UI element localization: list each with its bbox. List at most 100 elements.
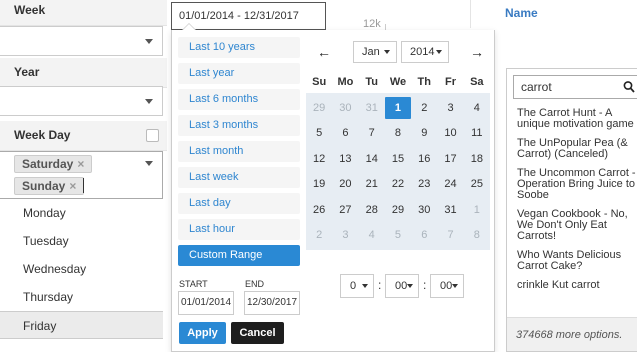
calendar-day[interactable]: 19 [306, 173, 332, 195]
calendar-day[interactable]: 13 [332, 148, 358, 170]
tag-remove-icon[interactable]: × [77, 157, 84, 171]
calendar-day-other-month[interactable]: 31 [359, 97, 385, 119]
range-last-3-months[interactable]: Last 3 months [178, 115, 300, 136]
search-results: The Carrot Hunt - A unique motivation ga… [507, 104, 637, 295]
calendar-day[interactable]: 24 [437, 173, 463, 195]
calendar-day[interactable]: 17 [437, 148, 463, 170]
calendar-day[interactable]: 21 [359, 173, 385, 195]
calendar-day-other-month[interactable]: 2 [306, 224, 332, 246]
week-filter-label: Week [0, 0, 167, 26]
calendar-day-other-month[interactable]: 4 [359, 224, 385, 246]
cancel-button[interactable]: Cancel [231, 322, 284, 344]
calendar-day-other-month[interactable]: 7 [437, 224, 463, 246]
minute-select[interactable]: 00 [385, 274, 419, 298]
day-option[interactable]: Monday [0, 199, 163, 227]
calendar-day-other-month[interactable]: 8 [464, 224, 490, 246]
calendar-day-other-month[interactable]: 29 [306, 97, 332, 119]
calendar-day[interactable]: 23 [411, 173, 437, 195]
calendar-day-other-month[interactable]: 5 [385, 224, 411, 246]
time-separator: : [423, 278, 427, 292]
calendar-day[interactable]: 30 [411, 199, 437, 221]
search-input[interactable] [514, 76, 637, 98]
calendar-day[interactable]: 28 [359, 199, 385, 221]
search-icon[interactable] [623, 80, 635, 94]
range-last-month[interactable]: Last month [178, 141, 300, 162]
list-item[interactable]: crinkle Kut carrot [507, 276, 637, 295]
range-last-6-months[interactable]: Last 6 months [178, 89, 300, 110]
weekday-name: Tu [365, 76, 379, 88]
apply-button[interactable]: Apply [179, 322, 226, 344]
calendar-day-selected[interactable]: 1 [384, 96, 412, 119]
chevron-down-icon [362, 284, 368, 288]
weekday-checkbox[interactable] [146, 129, 159, 142]
day-option-highlighted[interactable]: Friday [0, 311, 163, 339]
tag-label: Saturday [22, 157, 74, 171]
start-date-input[interactable]: 01/01/2014 [178, 291, 234, 315]
calendar-week-row: 12 13 14 15 16 17 18 [306, 146, 490, 172]
range-custom[interactable]: Custom Range [178, 245, 300, 266]
name-header-link[interactable]: Name [505, 6, 538, 20]
calendar-day[interactable]: 11 [464, 122, 490, 144]
chevron-down-icon [452, 284, 458, 288]
calendar-day[interactable]: 9 [411, 122, 437, 144]
list-item[interactable]: Who Wants Delicious Carrot Cake? [507, 246, 637, 276]
weekday-label-text: Week Day [14, 128, 71, 142]
calendar-day[interactable]: 10 [437, 122, 463, 144]
range-last-hour[interactable]: Last hour [178, 219, 300, 240]
tag-remove-icon[interactable]: × [69, 179, 76, 193]
month-select[interactable]: Jan [353, 41, 397, 63]
year-dropdown[interactable]: 2014 [401, 41, 449, 63]
calendar-day[interactable]: 12 [306, 148, 332, 170]
prev-month-icon[interactable]: ← [317, 44, 331, 60]
next-month-icon[interactable]: → [470, 44, 484, 60]
range-last-year[interactable]: Last year [178, 63, 300, 84]
calendar-day[interactable]: 22 [385, 173, 411, 195]
month-value: Jan [362, 46, 380, 58]
calendar-day-other-month[interactable]: 6 [411, 224, 437, 246]
filter-panel: Week Year Week Day Saturday × Sunday × Mon… [0, 0, 167, 352]
calendar: ← Jan 2014 → Su Mo Tu We Th Fr Sa 29 30 31… [306, 33, 490, 250]
calendar-day[interactable]: 16 [411, 148, 437, 170]
hour-select[interactable]: 0 [340, 274, 374, 298]
list-item[interactable]: The Uncommon Carrot - Operation Bring Ju… [507, 164, 637, 205]
year-filter-label: Year [0, 58, 167, 88]
year-select[interactable] [0, 86, 163, 116]
calendar-day-other-month[interactable]: 1 [464, 199, 490, 221]
calendar-day[interactable]: 26 [306, 199, 332, 221]
calendar-day[interactable]: 25 [464, 173, 490, 195]
calendar-day[interactable]: 2 [411, 97, 437, 119]
calendar-week-row: 29 30 31 1 2 3 4 [306, 95, 490, 121]
second-select[interactable]: 00 [430, 274, 464, 298]
calendar-day[interactable]: 4 [464, 97, 490, 119]
calendar-day[interactable]: 29 [385, 199, 411, 221]
calendar-week-row: 5 6 7 8 9 10 11 [306, 121, 490, 147]
week-select[interactable] [0, 26, 163, 56]
range-last-10-years[interactable]: Last 10 years [178, 37, 300, 58]
list-item[interactable]: The Carrot Hunt - A unique motivation ga… [507, 104, 637, 134]
range-last-day[interactable]: Last day [178, 193, 300, 214]
calendar-day[interactable]: 7 [359, 122, 385, 144]
calendar-day[interactable]: 15 [385, 148, 411, 170]
day-option[interactable]: Wednesday [0, 255, 163, 283]
calendar-day[interactable]: 18 [464, 148, 490, 170]
calendar-day-other-month[interactable]: 3 [332, 224, 358, 246]
weekday-multiselect[interactable]: Saturday × Sunday × [0, 151, 163, 199]
range-last-week[interactable]: Last week [178, 167, 300, 188]
calendar-day[interactable]: 20 [332, 173, 358, 195]
calendar-day[interactable]: 31 [437, 199, 463, 221]
calendar-day[interactable]: 14 [359, 148, 385, 170]
calendar-day[interactable]: 6 [332, 122, 358, 144]
search-field[interactable] [513, 75, 637, 99]
calendar-week-row: 19 20 21 22 23 24 25 [306, 172, 490, 198]
calendar-day[interactable]: 3 [437, 97, 463, 119]
calendar-day[interactable]: 27 [332, 199, 358, 221]
calendar-grid: 29 30 31 1 2 3 4 5 6 7 8 9 10 11 12 13 14 15 16 17 18 19 20 21 2… [306, 93, 490, 250]
end-date-input[interactable]: 12/30/2017 [244, 291, 300, 315]
list-item[interactable]: The UnPopular Pea (& Carrot) (Canceled) [507, 134, 637, 164]
calendar-day[interactable]: 8 [385, 122, 411, 144]
day-option[interactable]: Thursday [0, 283, 163, 311]
list-item[interactable]: Vegan Cookbook - No, We Don't Only Eat C… [507, 205, 637, 246]
calendar-day-other-month[interactable]: 30 [332, 97, 358, 119]
calendar-day[interactable]: 5 [306, 122, 332, 144]
day-option[interactable]: Tuesday [0, 227, 163, 255]
